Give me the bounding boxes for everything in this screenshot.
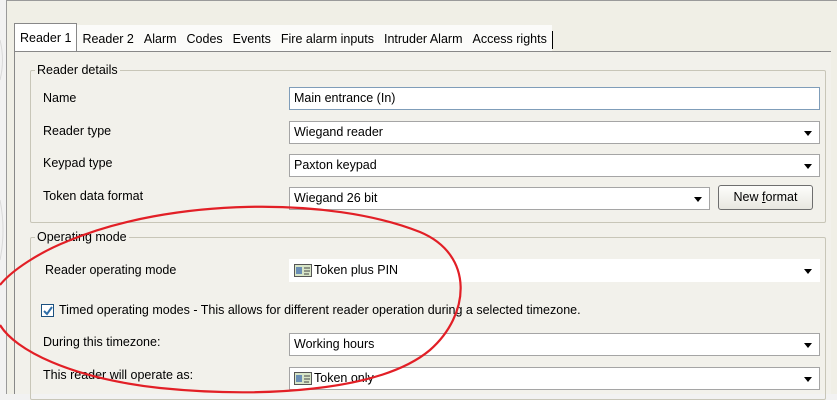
- keypad-type-value: Paxton keypad: [294, 158, 377, 172]
- tab-access-rights[interactable]: Access rights: [467, 25, 554, 51]
- timed-operating-modes-checkbox[interactable]: [41, 304, 54, 317]
- dropdown-arrow-icon: [804, 343, 812, 348]
- new-format-label-prefix: New: [733, 190, 763, 204]
- reader-type-label: Reader type: [43, 124, 112, 138]
- tab-reader-1[interactable]: Reader 1: [14, 23, 78, 51]
- reader-operating-mode-select[interactable]: Token plus PIN: [289, 259, 820, 282]
- reader-operating-mode-label: Reader operating mode: [45, 263, 177, 277]
- token-data-format-label: Token data format: [43, 189, 144, 203]
- timed-operating-modes-label: Timed operating modes - This allows for …: [59, 303, 581, 317]
- tab-reader-2[interactable]: Reader 2: [77, 25, 141, 51]
- new-format-label-suffix: ormat: [765, 190, 798, 204]
- dropdown-arrow-icon: [804, 377, 812, 382]
- dropdown-arrow-icon: [804, 131, 812, 136]
- operating-mode-legend: Operating mode: [37, 230, 127, 244]
- dropdown-arrow-icon: [804, 164, 812, 169]
- tab-alarm[interactable]: Alarm: [138, 25, 183, 51]
- tab-panel-reader-1: Reader details Name Main entrance (In) R…: [14, 51, 831, 400]
- reader-operating-mode-value: Token plus PIN: [314, 263, 399, 277]
- token-card-icon: [294, 372, 312, 385]
- checkmark-icon: [43, 306, 53, 316]
- reader-will-operate-as-label: This reader will operate as:: [43, 368, 194, 382]
- token-card-icon: [294, 264, 312, 277]
- token-data-format-select[interactable]: Wiegand 26 bit: [289, 187, 710, 210]
- tab-fire-alarm-inputs[interactable]: Fire alarm inputs: [275, 25, 381, 51]
- operate-as-select[interactable]: Token only: [289, 367, 820, 390]
- keypad-type-label: Keypad type: [43, 156, 113, 170]
- name-label: Name: [43, 91, 77, 105]
- reader-type-select[interactable]: Wiegand reader: [289, 121, 820, 144]
- operate-as-value: Token only: [314, 371, 374, 385]
- tab-intruder-alarm[interactable]: Intruder Alarm: [378, 25, 469, 51]
- during-timezone-label: During this timezone:: [43, 335, 161, 349]
- dropdown-arrow-icon: [804, 269, 812, 274]
- token-data-format-value: Wiegand 26 bit: [294, 191, 378, 205]
- tab-bar: Reader 1 Reader 2 Alarm Codes Events Fir…: [14, 23, 554, 51]
- tab-events[interactable]: Events: [227, 25, 278, 51]
- reader-type-value: Wiegand reader: [294, 125, 383, 139]
- dropdown-arrow-icon: [694, 197, 702, 202]
- timezone-value: Working hours: [294, 337, 375, 351]
- new-format-button[interactable]: New format: [718, 185, 813, 210]
- reader-details-legend: Reader details: [37, 63, 118, 77]
- timezone-select[interactable]: Working hours: [289, 333, 820, 356]
- keypad-type-select[interactable]: Paxton keypad: [289, 154, 820, 177]
- name-input[interactable]: Main entrance (In): [289, 87, 820, 110]
- tab-codes[interactable]: Codes: [181, 25, 229, 51]
